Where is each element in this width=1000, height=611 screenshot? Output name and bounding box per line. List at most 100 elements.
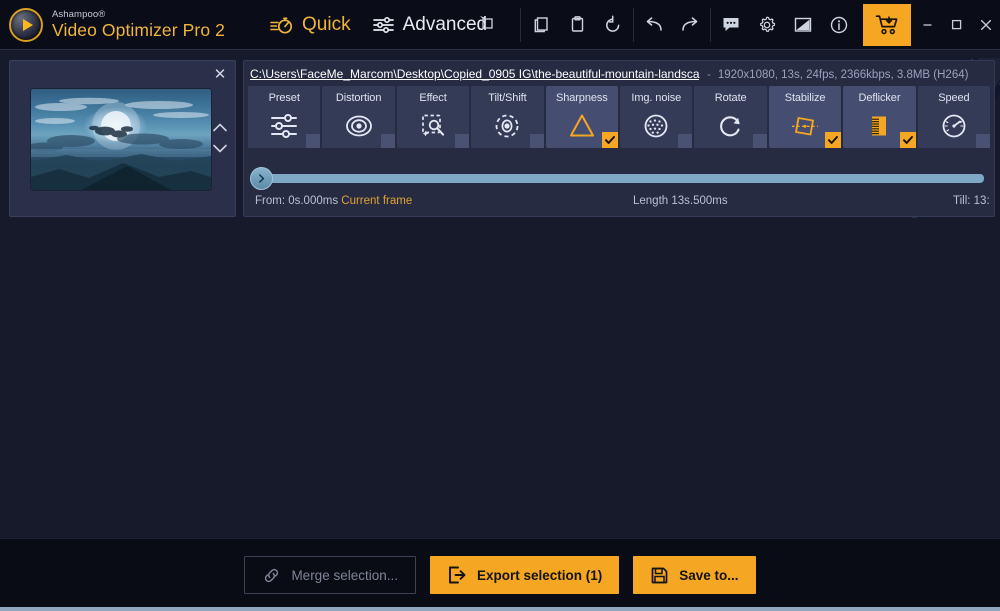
eye-target-icon	[345, 115, 372, 137]
speech-bubble-icon	[723, 18, 739, 31]
tool-stabilize-label: Stabilize	[784, 92, 826, 104]
chevron-down-icon[interactable]	[211, 142, 229, 155]
tool-effect-label: Effect	[419, 92, 447, 104]
tool-enabled-badge	[602, 132, 619, 148]
tool-img-noise-label: Img. noise	[631, 92, 682, 104]
tool-speed-label: Speed	[938, 92, 970, 104]
maximize-icon	[951, 19, 962, 30]
undo-button[interactable]	[636, 0, 672, 50]
export-selection-button[interactable]: Export selection (1)	[430, 556, 620, 594]
gear-icon	[760, 16, 776, 32]
tool-speed[interactable]: Speed	[917, 86, 991, 148]
brand-superscript: Ashampoo®	[52, 8, 106, 20]
clip-preview-image[interactable]	[31, 89, 211, 190]
tool-tilt-shift[interactable]: Tilt/Shift	[471, 86, 544, 148]
contrast-square-icon	[794, 17, 812, 32]
timeline-handle[interactable]	[250, 167, 273, 190]
tool-sharpness[interactable]: Sharpness	[545, 86, 619, 148]
tool-corner-marker	[380, 134, 395, 148]
tool-corner-marker	[976, 134, 991, 148]
sliders-icon	[372, 16, 394, 33]
merge-selection-button[interactable]: Merge selection...	[244, 556, 416, 594]
chevron-right-icon	[259, 174, 265, 183]
tool-stabilize[interactable]: Stabilize	[768, 86, 842, 148]
timeline-from-label: From: 0s.000ms	[255, 195, 339, 207]
focus-circle-icon	[496, 114, 519, 138]
info-button[interactable]	[821, 0, 857, 50]
tool-corner-marker	[678, 134, 693, 148]
clip-edit-panel: C:\Users\FaceMe_Marcom\Desktop\Copied_09…	[243, 60, 995, 217]
floppy-disk-icon	[651, 567, 668, 583]
buy-button[interactable]	[863, 3, 911, 46]
clip-header: C:\Users\FaceMe_Marcom\Desktop\Copied_09…	[244, 61, 994, 86]
link-chain-icon	[265, 568, 279, 582]
minimize-icon	[923, 24, 932, 26]
clip-order-controls	[211, 121, 229, 155]
maximize-button[interactable]	[942, 0, 971, 50]
reset-button[interactable]	[595, 0, 631, 50]
magic-wand-icon	[422, 114, 445, 137]
check-icon	[828, 136, 839, 144]
check-icon	[902, 136, 913, 144]
timeline-track[interactable]	[256, 174, 984, 183]
bottom-action-bar: Merge selection... Export selection (1) …	[0, 538, 1000, 611]
striped-bar-icon	[872, 116, 887, 136]
tool-enabled-badge	[899, 132, 916, 148]
save-to-button[interactable]: Save to...	[633, 556, 756, 594]
info-circle-icon	[830, 16, 848, 33]
tool-deflicker-label: Deflicker	[858, 92, 901, 104]
cursor-artifact-icon	[480, 15, 493, 29]
redo-arrow-icon	[682, 16, 698, 31]
tool-corner-marker	[455, 134, 470, 148]
feedback-button[interactable]	[713, 0, 749, 50]
copy-button[interactable]	[523, 0, 559, 50]
settings-button[interactable]	[749, 0, 785, 50]
tool-corner-marker	[306, 134, 321, 148]
export-arrow-icon	[449, 566, 466, 584]
minimize-button[interactable]	[913, 0, 942, 50]
tab-quick-label: Quick	[302, 13, 351, 35]
toolbar-group-help	[713, 0, 857, 50]
clip-separator: -	[707, 69, 711, 81]
app-window: Ashampoo® Video Optimizer Pro 2 Quick Ad…	[0, 0, 1000, 611]
timeline-from: From: 0s.000ms Current frame	[255, 195, 412, 207]
tool-rotate-label: Rotate	[714, 92, 747, 104]
bottom-edge-bar	[0, 607, 1000, 611]
shopping-cart-download-icon	[875, 14, 897, 34]
title-bar: Ashampoo® Video Optimizer Pro 2 Quick Ad…	[0, 0, 1000, 50]
window-controls	[913, 0, 1000, 50]
play-circle-icon	[9, 7, 43, 42]
redo-button[interactable]	[672, 0, 708, 50]
noise-grid-icon	[644, 114, 668, 138]
clip-timeline: From: 0s.000ms Current frame Length 13s.…	[244, 162, 994, 216]
tool-rotate[interactable]: Rotate	[694, 86, 767, 148]
tool-preset[interactable]: Preset	[248, 86, 321, 148]
timeline-current-frame-label[interactable]: Current frame	[341, 195, 412, 207]
save-to-label: Save to...	[679, 567, 739, 583]
tab-advanced-label: Advanced	[402, 13, 488, 35]
tool-distortion[interactable]: Distortion	[322, 86, 395, 148]
remove-clip-button[interactable]: ✕	[211, 65, 229, 83]
clip-path-link[interactable]: C:\Users\FaceMe_Marcom\Desktop\Copied_09…	[250, 67, 700, 81]
tool-effect[interactable]: Effect	[396, 86, 470, 148]
close-button[interactable]	[971, 0, 1000, 50]
clipboard-icon	[571, 16, 583, 32]
tab-quick[interactable]: Quick	[270, 14, 351, 36]
paste-button[interactable]	[559, 0, 595, 50]
reset-icon	[606, 15, 620, 32]
tool-deflicker[interactable]: Deflicker	[843, 86, 916, 148]
toolbar-divider-3	[710, 7, 711, 42]
chevron-up-icon[interactable]	[211, 121, 229, 134]
tab-advanced[interactable]: Advanced	[372, 13, 493, 36]
merge-selection-label: Merge selection...	[291, 567, 398, 583]
tool-corner-marker	[752, 134, 767, 148]
toolbar-group-clipboard	[523, 0, 631, 50]
export-selection-label: Export selection (1)	[477, 567, 603, 583]
tool-preset-label: Preset	[268, 92, 300, 104]
tool-img-noise[interactable]: Img. noise	[620, 86, 693, 148]
skew-square-icon	[792, 117, 819, 136]
app-brand: Ashampoo® Video Optimizer Pro 2	[0, 7, 270, 42]
mode-tabs: Quick Advanced	[270, 13, 493, 36]
tool-tilt-shift-label: Tilt/Shift	[488, 92, 527, 104]
theme-button[interactable]	[785, 0, 821, 50]
